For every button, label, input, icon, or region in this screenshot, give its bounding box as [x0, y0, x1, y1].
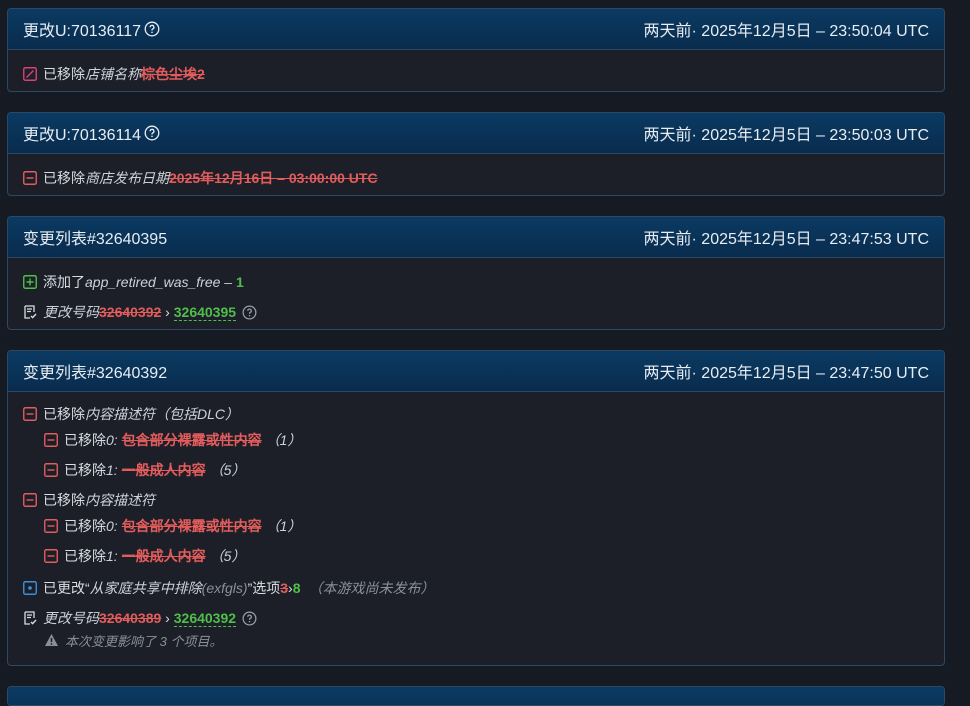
card-timestamp: 两天前· 2025年12月5日 – 23:47:50 UTC [643, 365, 929, 382]
card-header: 变更列表#32640395 两天前· 2025年12月5日 – 23:47:53… [8, 217, 944, 258]
field-name: 更改号码 [43, 610, 99, 626]
removed-value: 2025年12月16日 – 03:00:00 UTC [169, 170, 378, 186]
card-title-link[interactable]: 变更列表#32640395 [23, 225, 167, 249]
option-key: (exfgls) [201, 580, 248, 596]
build-row: 更改号码 32640389 › 32640392 [23, 606, 929, 630]
warning-icon [44, 633, 59, 647]
item-count: （1） [265, 432, 302, 448]
option-change-row: 已更改 “ 从家庭共享中排除 (exfgls) ” 选项 3 › 8 （本游戏尚… [23, 576, 929, 600]
new-build-link[interactable]: 32640392 [173, 610, 237, 627]
card-header: 变更列表#32640392 两天前· 2025年12月5日 – 23:47:50… [8, 351, 944, 392]
change-action: 已移除 [64, 548, 106, 564]
plus-square-icon [23, 275, 37, 289]
change-card-next [7, 686, 945, 706]
card-header [8, 687, 944, 705]
option-name: 从家庭共享中排除 [89, 580, 202, 596]
dot-square-icon [23, 581, 37, 595]
affect-note: 本次变更影响了 3 个项目。 [23, 630, 929, 650]
minus-square-icon [44, 549, 58, 563]
change-action: 已移除 [43, 492, 85, 508]
arrow: › [161, 610, 174, 626]
item-count: （1） [265, 518, 302, 534]
card-header: 更改U:70136117 两天前· 2025年12月5日 – 23:50:04 … [8, 9, 944, 50]
field-name: 0: [106, 518, 118, 534]
change-action: 已移除 [43, 406, 85, 422]
minus-square-icon [44, 463, 58, 477]
help-circle-icon[interactable] [242, 611, 257, 626]
card-header: 更改U:70136114 两天前· 2025年12月5日 – 23:50:03 … [8, 113, 944, 154]
changelist-card-2: 变更列表#32640392 两天前· 2025年12月5日 – 23:47:50… [7, 350, 945, 666]
receipt-check-icon [23, 611, 37, 625]
minus-square-icon [23, 493, 37, 507]
change-row: 已移除 商店发布日期 2025年12月16日 – 03:00:00 UTC [23, 166, 929, 190]
option-suffix: 选项 [252, 580, 281, 596]
card-title-link[interactable]: 更改U:70136117 [23, 17, 141, 41]
change-action: 已移除 [43, 66, 85, 82]
minus-square-icon [23, 171, 37, 185]
old-build-link[interactable]: 32640392 [99, 304, 161, 320]
added-value: 8 [292, 580, 301, 596]
removed-value: 3 [280, 580, 289, 596]
change-action: 已移除 [43, 170, 85, 186]
removed-value: 包含部分裸露或性内容 [121, 432, 262, 448]
card-timestamp: 两天前· 2025年12月5日 – 23:47:53 UTC [643, 231, 929, 248]
change-card-2: 更改U:70136114 两天前· 2025年12月5日 – 23:50:03 … [7, 112, 945, 196]
removed-value: 一般成人内容 [121, 548, 206, 564]
old-build-link[interactable]: 32640389 [99, 610, 161, 626]
change-item-row: 已移除 0: 包含部分裸露或性内容 （1） [23, 428, 929, 452]
field-name: 商店发布日期 [85, 170, 169, 186]
change-row: 已移除 店铺名称 棕色尘埃2 [23, 62, 929, 86]
added-value: 1 [236, 274, 244, 290]
minus-square-icon [44, 519, 58, 533]
change-action: 已移除 [64, 518, 106, 534]
change-item-row: 已移除 1: 一般成人内容 （5） [23, 544, 929, 568]
unreleased-note: （本游戏尚未发布） [308, 580, 435, 596]
change-action: 已移除 [64, 462, 106, 478]
field-name: 0: [106, 432, 118, 448]
removed-value: 一般成人内容 [121, 462, 206, 478]
card-title-link[interactable]: 变更列表#32640392 [23, 359, 167, 383]
card-timestamp: 两天前· 2025年12月5日 – 23:50:03 UTC [643, 127, 929, 144]
field-name: 内容描述符 [85, 492, 155, 508]
edit-square-icon [23, 67, 37, 81]
field-name: app_retired_was_free [85, 274, 221, 290]
change-group-row: 已移除 内容描述符（包括DLC） [23, 402, 929, 426]
minus-square-icon [44, 433, 58, 447]
arrow: › [161, 304, 174, 320]
card-title-link[interactable]: 更改U:70136114 [23, 121, 141, 145]
affect-note-text: 本次变更影响了 3 个项目。 [65, 633, 223, 649]
removed-value: 棕色尘埃2 [141, 66, 205, 82]
removed-value: 包含部分裸露或性内容 [121, 518, 262, 534]
new-build-link[interactable]: 32640395 [173, 304, 237, 321]
minus-square-icon [23, 407, 37, 421]
change-action: 已更改 [43, 580, 85, 596]
card-timestamp: 两天前· 2025年12月5日 – 23:50:04 UTC [643, 23, 929, 40]
field-name: 内容描述符（包括DLC） [85, 406, 240, 422]
change-row: 添加了 app_retired_was_free – 1 [23, 270, 929, 294]
help-circle-icon[interactable] [144, 21, 160, 37]
separator: – [220, 274, 236, 290]
change-item-row: 已移除 1: 一般成人内容 （5） [23, 458, 929, 482]
item-count: （5） [209, 462, 246, 478]
change-action: 已移除 [64, 432, 106, 448]
change-card-1: 更改U:70136117 两天前· 2025年12月5日 – 23:50:04 … [7, 8, 945, 92]
help-circle-icon[interactable] [144, 125, 160, 141]
help-circle-icon[interactable] [242, 305, 257, 320]
change-action: 添加了 [43, 274, 85, 290]
field-name: 1: [106, 548, 118, 564]
change-group-row: 已移除 内容描述符 [23, 488, 929, 512]
change-item-row: 已移除 0: 包含部分裸露或性内容 （1） [23, 514, 929, 538]
field-name: 店铺名称 [85, 66, 141, 82]
receipt-check-icon [23, 305, 37, 319]
changelist-card-1: 变更列表#32640395 两天前· 2025年12月5日 – 23:47:53… [7, 216, 945, 330]
build-row: 更改号码 32640392 › 32640395 [23, 300, 929, 324]
field-name: 1: [106, 462, 118, 478]
item-count: （5） [209, 548, 246, 564]
field-name: 更改号码 [43, 304, 99, 320]
